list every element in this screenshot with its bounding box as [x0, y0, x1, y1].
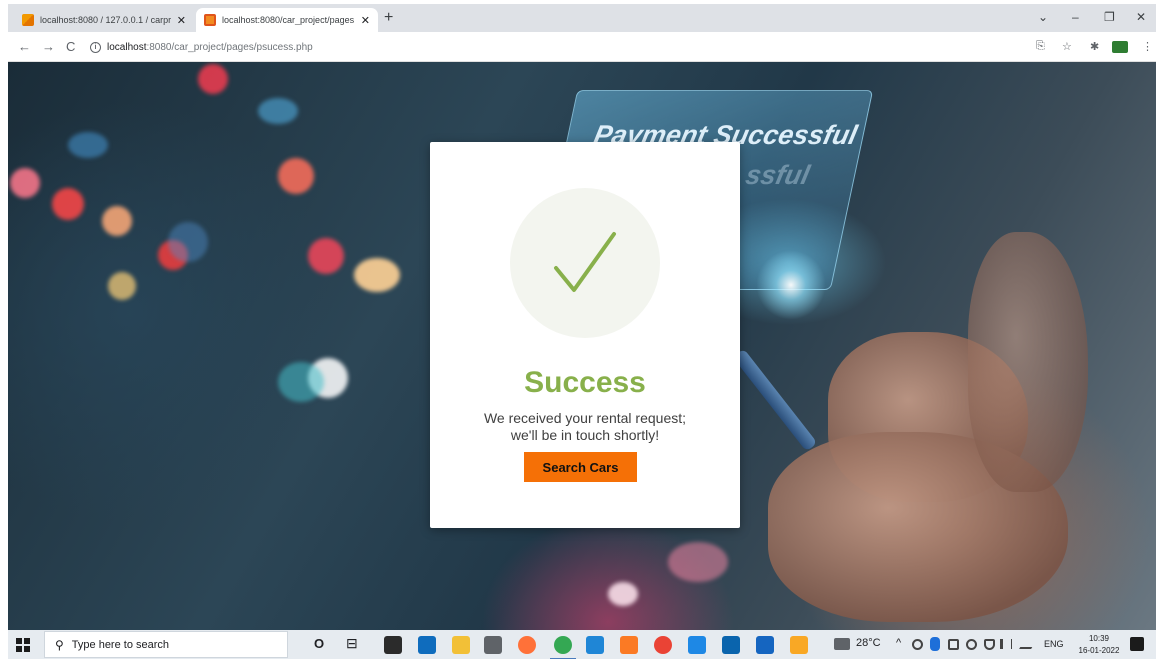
tab-search-icon[interactable]: ⌄ [1038, 10, 1048, 24]
screen: localhost:8080 / 127.0.0.1 / carpr ✕ loc… [8, 4, 1156, 659]
minimize-button[interactable]: – [1072, 10, 1079, 24]
tab-phpmyadmin[interactable]: localhost:8080 / 127.0.0.1 / carpr ✕ [14, 8, 194, 32]
hologram-text-ghost: ssful [742, 160, 813, 190]
success-card: Success We received your rental request;… [430, 142, 740, 528]
tab-close-icon[interactable]: ✕ [177, 14, 186, 27]
close-window-button[interactable]: ✕ [1136, 10, 1146, 24]
checkmark-icon [554, 232, 616, 292]
taskbar: ⚲ Type here to search O ⊟ 28°C ^ ENG 10:… [8, 630, 1156, 659]
success-title: Success [524, 366, 646, 399]
weather-temp[interactable]: 28°C [856, 637, 881, 649]
success-message-line-2: we'll be in touch shortly! [510, 427, 660, 443]
windows-start-icon[interactable] [16, 638, 30, 652]
cortana-icon[interactable]: O [314, 636, 324, 651]
xampp-icon [204, 14, 216, 26]
tray-overflow-icon[interactable]: ^ [896, 637, 901, 649]
back-button[interactable]: ← [18, 39, 31, 54]
check-circle [510, 188, 660, 338]
tab-strip: localhost:8080 / 127.0.0.1 / carpr ✕ loc… [8, 4, 1156, 32]
taskbar-search-box[interactable]: ⚲ Type here to search [44, 631, 288, 658]
success-message-line-1: We received your rental request; [483, 410, 687, 426]
firefox-icon[interactable] [518, 636, 536, 654]
globe-icon[interactable] [966, 639, 977, 650]
address-bar[interactable]: i localhost:8080/car_project/pages/psuce… [90, 37, 1030, 57]
browser-menu-icon[interactable]: ⋮ [1142, 40, 1153, 53]
success-message: We received your rental request; we'll b… [450, 410, 720, 444]
new-tab-button[interactable]: + [384, 9, 393, 27]
sync-icon[interactable] [912, 639, 923, 650]
vscode-icon[interactable] [586, 636, 604, 654]
tab-close-icon[interactable]: ✕ [361, 14, 370, 27]
photos-icon[interactable] [756, 636, 774, 654]
network-icon[interactable] [948, 639, 959, 650]
clock-time: 10:39 [1088, 634, 1110, 643]
tab-title: localhost:8080/car_project/pages [222, 15, 355, 25]
pen-icon[interactable] [1019, 639, 1037, 649]
bookmark-star-icon[interactable]: ☆ [1062, 40, 1072, 53]
search-icon: ⚲ [55, 637, 64, 652]
notification-icon[interactable] [1130, 637, 1144, 651]
maximize-button[interactable]: ❐ [1104, 10, 1115, 24]
chrome-alt-icon[interactable] [654, 636, 672, 654]
file-explorer-icon[interactable] [452, 636, 470, 654]
reload-button[interactable]: C [66, 39, 75, 54]
search-cars-button[interactable]: Search Cars [524, 452, 637, 482]
volume-icon[interactable] [1000, 639, 1012, 649]
light-flare [756, 250, 826, 320]
pin-icon[interactable] [790, 636, 808, 654]
mail-icon[interactable] [418, 636, 436, 654]
edge-icon[interactable] [688, 636, 706, 654]
extensions-icon[interactable]: ✱ [1090, 40, 1099, 53]
taskbar-search-placeholder: Type here to search [71, 638, 170, 651]
dropbox-icon[interactable] [930, 637, 940, 651]
clock[interactable]: 10:39 16-01-2022 [1074, 633, 1124, 657]
chrome-icon[interactable] [550, 636, 576, 659]
url-path: :8080/car_project/pages/psucess.php [146, 41, 313, 53]
xampp-icon[interactable] [620, 636, 638, 654]
arm [968, 232, 1088, 492]
task-view-icon[interactable]: ⊟ [346, 635, 358, 652]
profile-avatar-icon[interactable] [1112, 41, 1128, 53]
tab-title: localhost:8080 / 127.0.0.1 / carpr [40, 15, 172, 25]
weather-icon[interactable] [834, 638, 850, 650]
language-indicator[interactable]: ENG [1044, 639, 1064, 649]
stylus [732, 348, 818, 452]
phpmyadmin-icon [22, 14, 34, 26]
outlook-icon[interactable] [722, 636, 740, 654]
battery-icon[interactable] [984, 639, 995, 650]
store-icon[interactable] [384, 636, 402, 654]
site-info-icon[interactable]: i [90, 41, 101, 53]
browser-toolbar: ← → C i localhost:8080/car_project/pages… [8, 32, 1156, 62]
url-host: localhost [107, 41, 147, 53]
tab-car-project[interactable]: localhost:8080/car_project/pages ✕ [196, 8, 378, 32]
clock-date: 16-01-2022 [1078, 646, 1120, 655]
page-viewport: Payment Successful ssful Success We rece… [8, 62, 1156, 630]
share-icon[interactable]: ⎘ [1036, 40, 1045, 53]
forward-button[interactable]: → [42, 39, 55, 54]
settings-icon[interactable] [484, 636, 502, 654]
